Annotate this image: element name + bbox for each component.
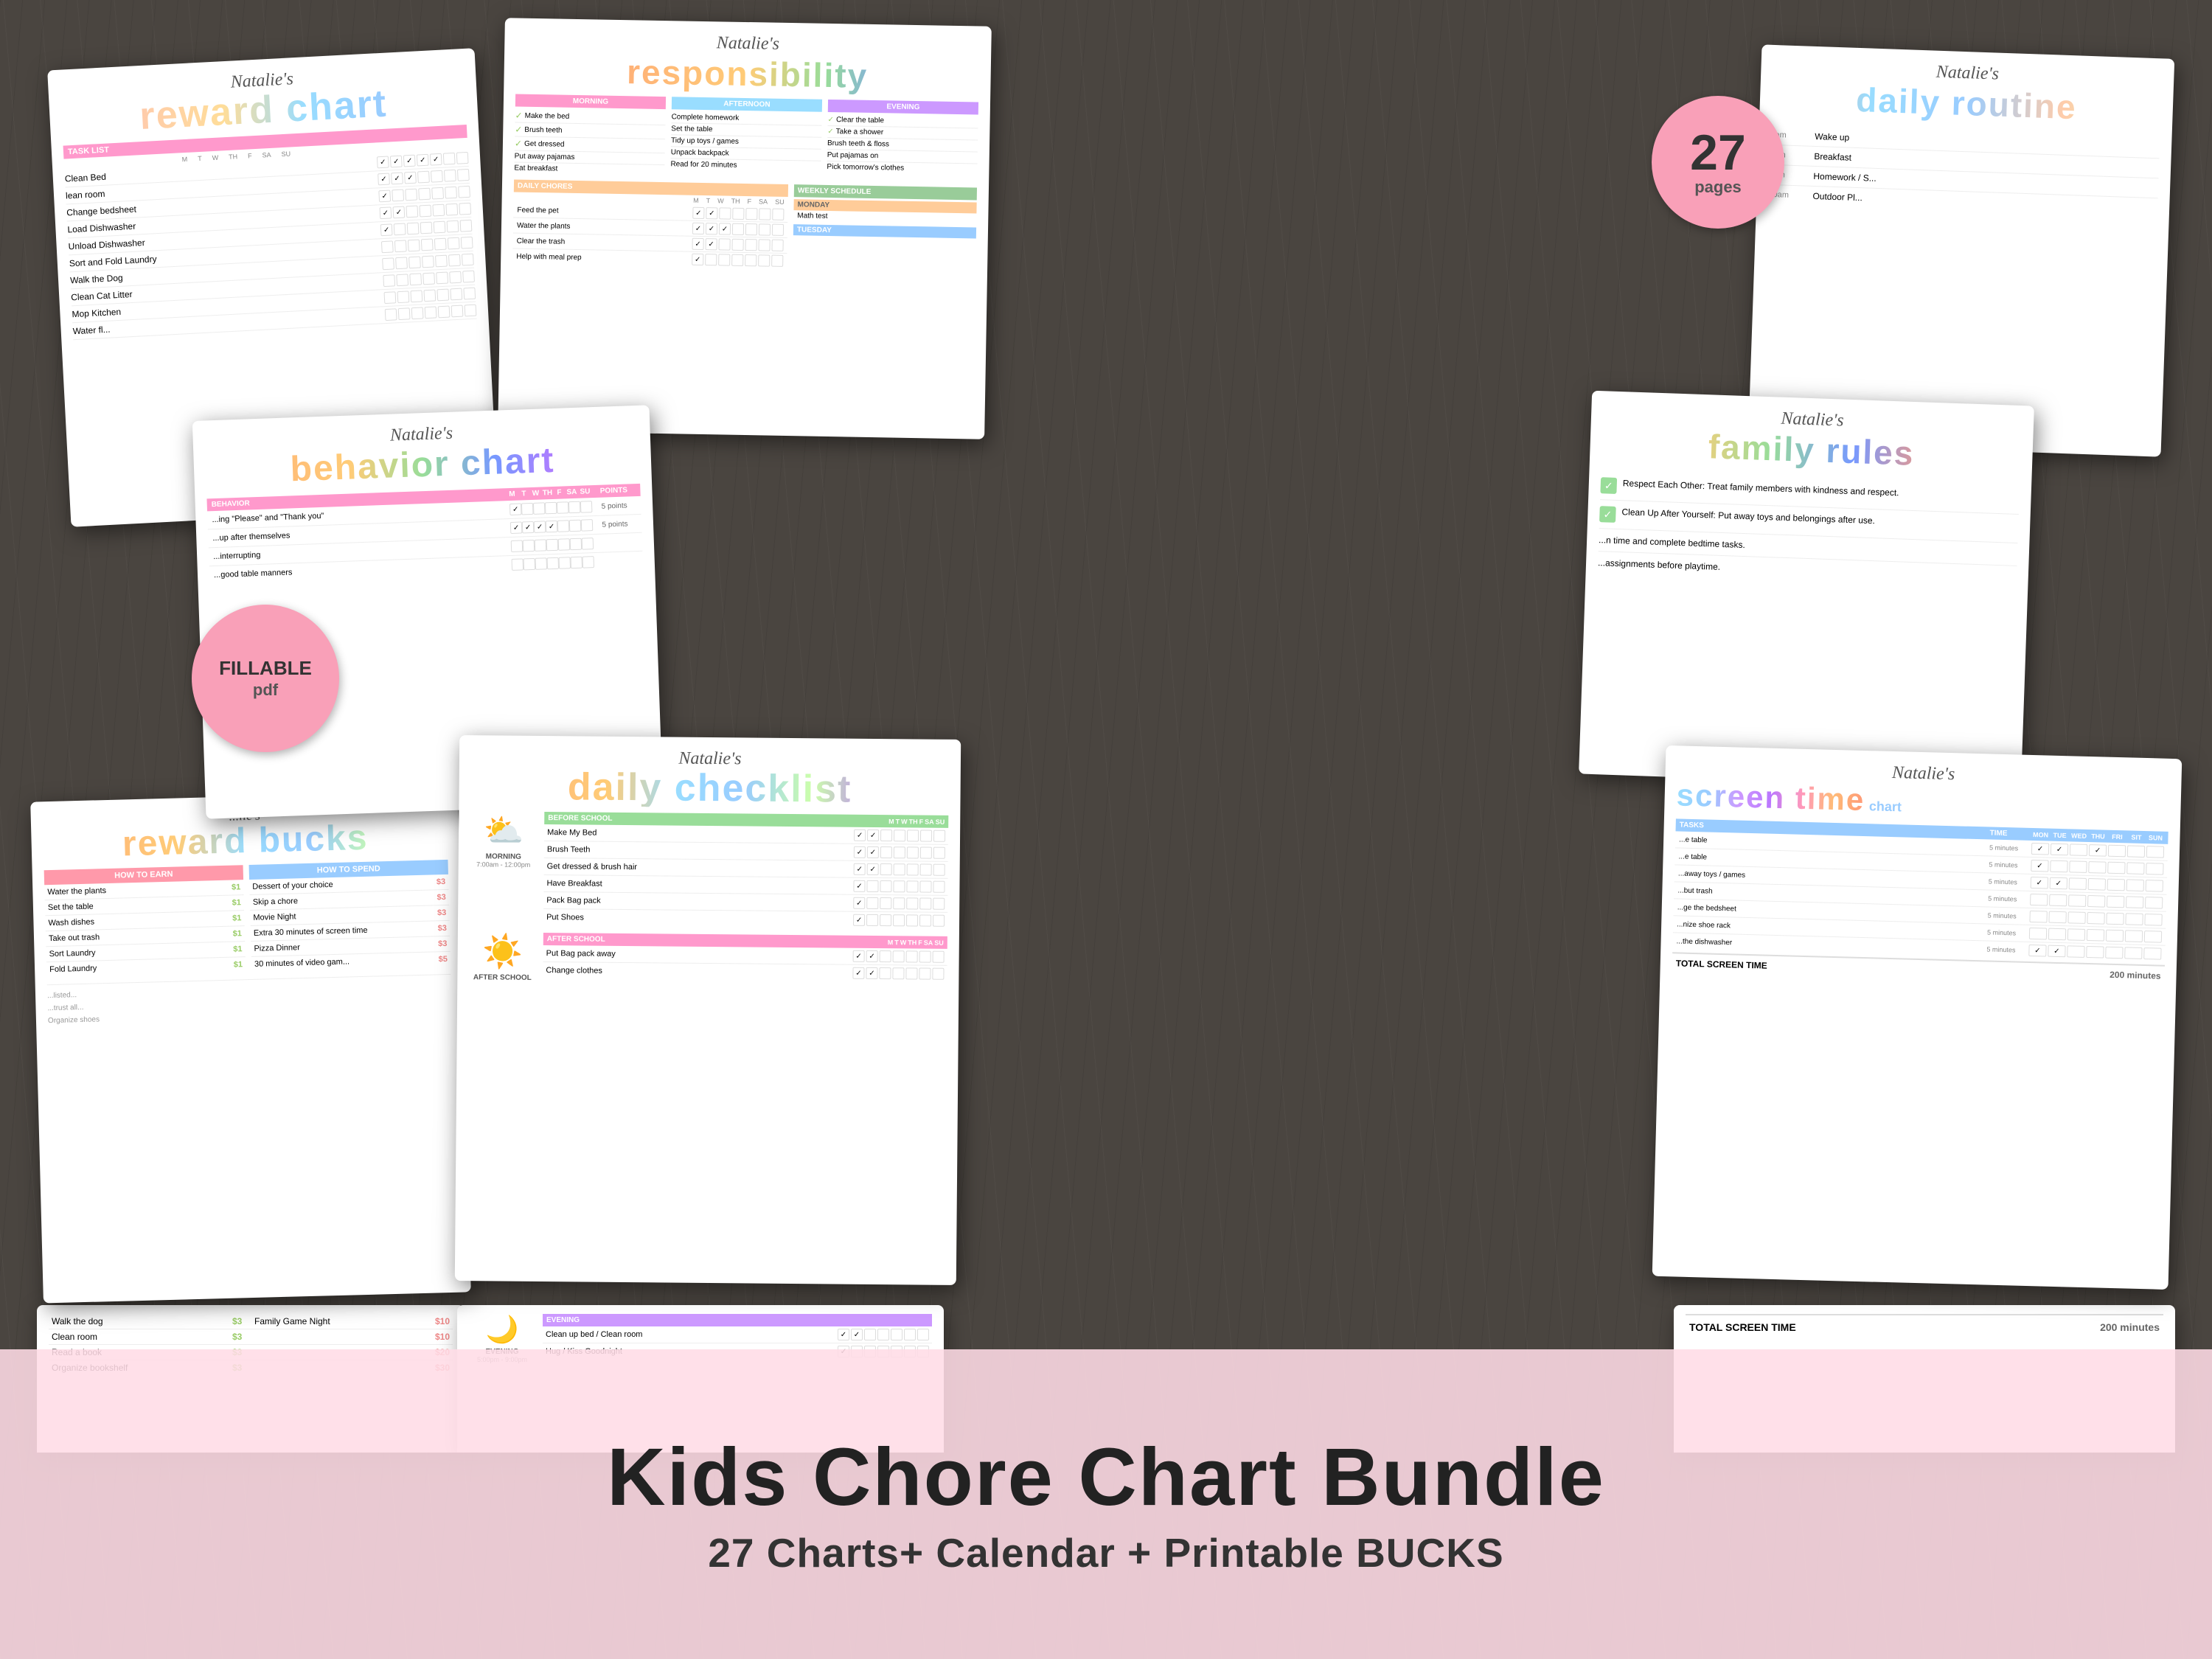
monday-items: Math test [793,210,976,224]
fillable-label: FILLABLE [219,657,312,680]
badge-27-pages: 27 pages [1652,96,1784,229]
evening-header: EVENING [828,100,978,115]
list-item: Clean room$3$10 [49,1329,453,1345]
banner-subtitle: 27 Charts+ Calendar + Printable BUCKS [708,1529,1503,1576]
banner-title: Kids Chore Chart Bundle [607,1433,1605,1522]
evening-tasks: ✓ Clear the table ✓ Take a shower Brush … [827,114,978,175]
evening-header: EVENING [543,1314,932,1326]
responsibility-chart-card: Natalie's responsibility MORNING ✓ Make … [498,18,992,439]
partial-more-rows: ...listed... ...trust all... Organize sh… [47,974,452,1027]
earn-list: Water the plants$1 Set the table$1 Wash … [44,880,246,977]
badge-fillable-pdf: FILLABLE pdf [192,605,339,752]
morning-header: MORNING [515,94,666,110]
list-item: Read for 20 minutes [670,159,821,173]
reward-chart-tasks: Clean Bed✓✓✓✓✓ lean room✓✓✓ Change bedsh… [64,150,476,340]
list-item: Walk the dog$3Family Game Night$10 [49,1314,453,1329]
bottom-banner: Kids Chore Chart Bundle 27 Charts+ Calen… [0,1349,2212,1659]
spend-list: Dessert of your choice$3 Skip a chore$3 … [249,874,451,972]
afternoon-header: AFTERNOON [672,97,822,112]
tuesday-label: TUESDAY [793,224,976,238]
daily-routine-card: Natalie's daily routine 7am Wake up 8am … [1748,44,2175,456]
list-item: Put Shoes ✓ [543,909,947,929]
badge-pages-label: pages [1694,178,1742,197]
family-rules-card: Natalie's Family Rules ✓ Respect Each Ot… [1579,391,2034,790]
daily-checklist-title: daily checklist [470,767,948,810]
daily-chores-tasks: Feed the pet ✓✓ Water the plants ✓✓✓ Cle… [512,203,787,268]
daily-checklist-card: Natalie's daily checklist ⛅ MORNING 7:00… [455,735,961,1285]
weekly-schedule-header: WEEKLY SCHEDULE [794,184,977,200]
total-screen-time-value: 200 minutes [2110,970,2161,981]
afternoon-tasks: Complete homework Set the table Tidy up … [670,111,821,173]
list-item: Clean up bed / Clean room ✓✓ [543,1326,932,1343]
family-rules-list: ✓ Respect Each Other: Treat family membe… [1598,471,2020,588]
screen-time-rows: ...e table 5 minutes ✓✓✓ ...e table 5 mi… [1672,831,2168,961]
list-item: Pick tomorrow's clothes [827,161,977,175]
screen-time-chart-label: chart [1869,799,1902,815]
afternoon-icon: ☀️ AFTER SCHOOL [469,932,536,982]
after-school-tasks: Put Bag pack away ✓✓ Change clothes ✓✓ [543,945,947,982]
daily-routine-times: 7am Wake up 8am Breakfast 9am Homework /… [1768,125,2160,218]
screen-time-title: screen time [1676,777,1865,818]
morning-tasks: Make My Bed ✓✓ Brush Teeth ✓✓ Get dresse… [543,824,948,929]
total-screen-time-bottom-row: TOTAL SCREEN TIME 200 minutes [1686,1314,2163,1339]
behavior-rows: ...ing "Please" and "Thank you" ✓ 5 poin… [207,496,643,584]
list-item: Change clothes ✓✓ [543,962,947,982]
list-item: Eat breakfast [514,163,664,177]
responsibility-title: responsibility [515,50,979,98]
total-screen-time-bottom-label: TOTAL SCREEN TIME [1689,1321,2100,1333]
screen-time-card: Natalie's screen time chart TASKS TIME M… [1652,745,2183,1290]
points-col-header: POINTS [591,486,636,495]
badge-number: 27 [1690,128,1746,178]
morning-tasks: ✓ Make the bed ✓ Brush teeth ✓ Get dress… [514,109,666,177]
total-screen-time-label: TOTAL SCREEN TIME [1676,958,2110,979]
fillable-sub: pdf [253,681,278,700]
total-screen-time-bottom-value: 200 minutes [2100,1321,2160,1333]
morning-icon: ⛅ MORNING 7:00am - 12:00pm [470,811,538,869]
reward-bucks-card: ...lie's reward bucks HOW TO EARN Water … [30,791,471,1304]
